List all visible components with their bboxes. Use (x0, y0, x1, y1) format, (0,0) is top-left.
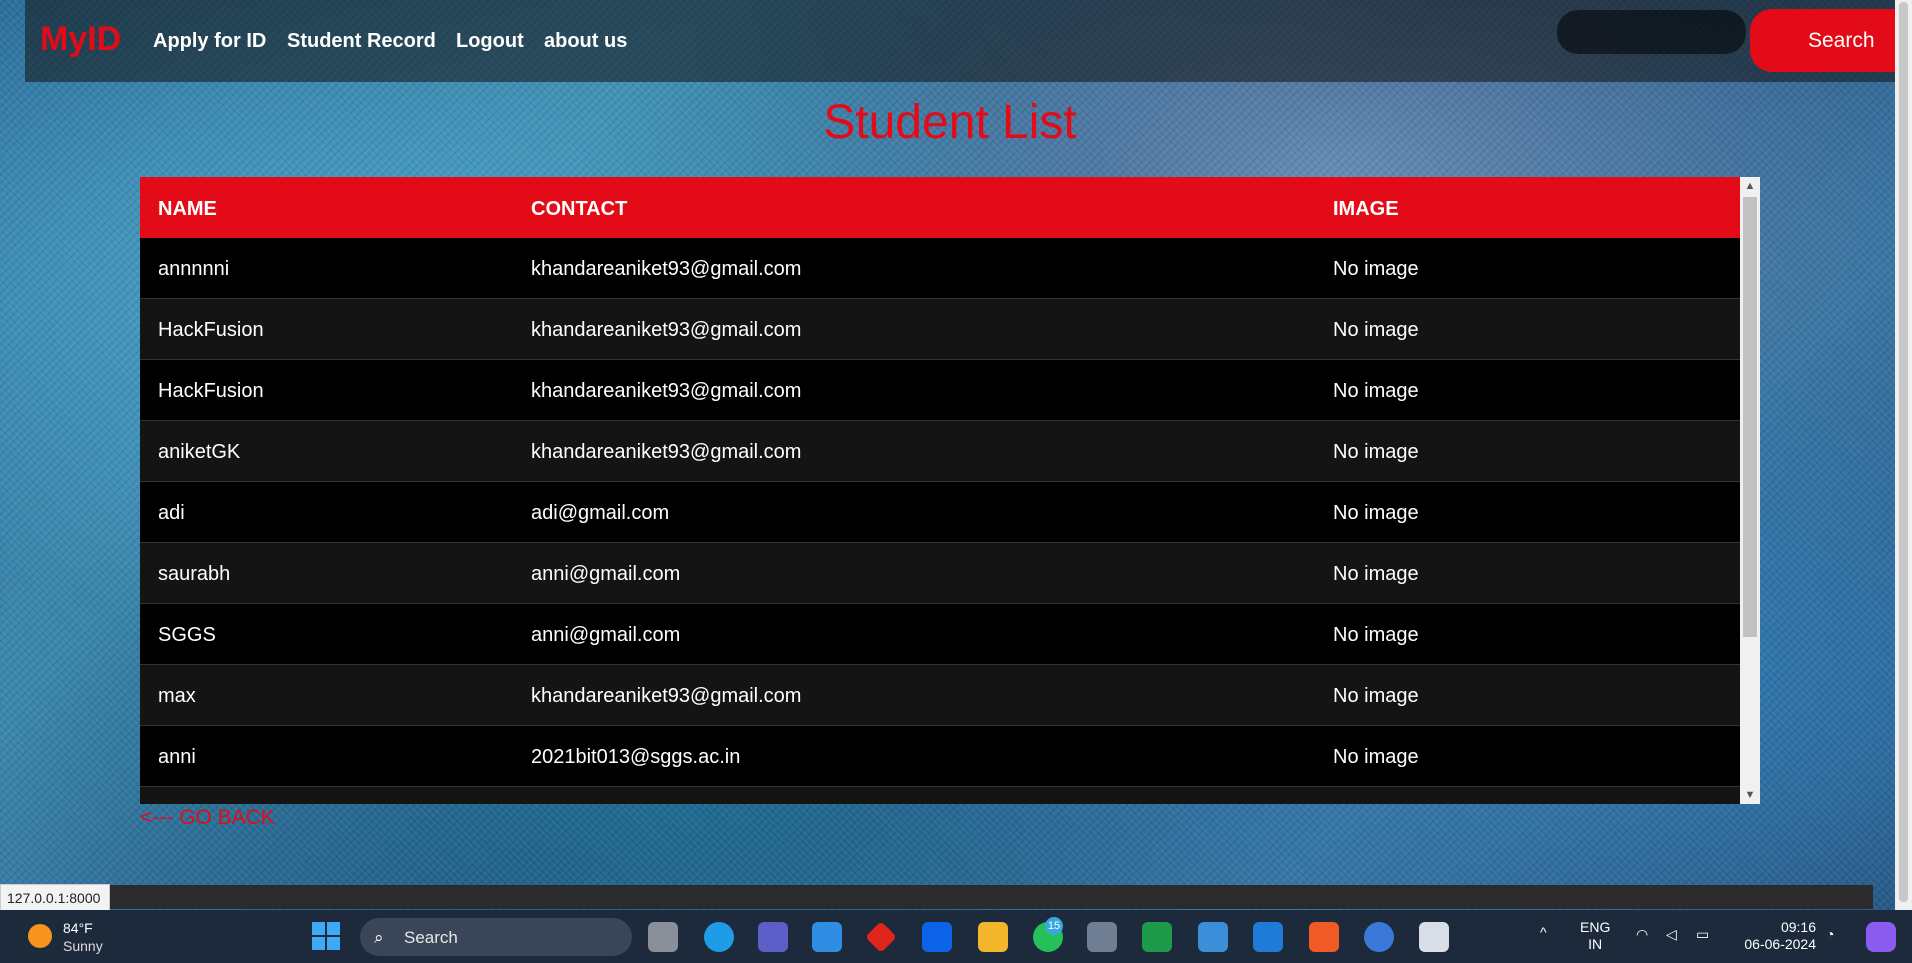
clock[interactable]: 09:16 06-06-2024 (1732, 919, 1816, 953)
cell-name: annnnni (158, 258, 230, 280)
copilot-icon[interactable] (1866, 922, 1896, 952)
cell-name: adi (158, 502, 185, 524)
cell-contact: khandareaniket93@gmail.com (531, 319, 802, 341)
classroom-icon[interactable] (1142, 922, 1172, 952)
cell-name: anni (158, 746, 196, 768)
cell-contact: adi@gmail.com (531, 502, 670, 524)
nav-apply-for-id[interactable]: Apply for ID (153, 30, 266, 53)
edge-browser-icon[interactable] (704, 922, 734, 952)
header-contact: CONTACT (531, 198, 628, 220)
go-back-link[interactable]: <--- GO BACK (140, 806, 275, 830)
nav-student-record[interactable]: Student Record (287, 30, 436, 53)
cell-image: No image (1333, 502, 1419, 524)
search-icon: ⌕ (374, 928, 384, 947)
brave-browser-icon[interactable] (1309, 922, 1339, 952)
weather-sun-icon[interactable] (28, 924, 52, 948)
table-row: saurabh anni@gmail.com No image (140, 543, 1740, 604)
cell-name: HackFusion (158, 380, 264, 402)
dropbox-icon[interactable] (922, 922, 952, 952)
table-row (140, 787, 1740, 804)
cell-contact: khandareaniket93@gmail.com (531, 441, 802, 463)
language-top: ENG (1580, 919, 1611, 935)
cell-name: max (158, 685, 196, 707)
taskbar: 84°F Sunny ⌕ Search 15 ^ ENG IN ◠ ◁ ▭ 09… (0, 910, 1912, 963)
cell-contact: anni@gmail.com (531, 563, 681, 585)
cell-contact: khandareaniket93@gmail.com (531, 685, 802, 707)
taskbar-search[interactable]: ⌕ Search (360, 918, 632, 956)
table-row: aniketGK khandareaniket93@gmail.com No i… (140, 421, 1740, 482)
cell-contact: 2021bit013@sggs.ac.in (531, 746, 741, 768)
volume-icon[interactable]: ◁ (1666, 926, 1677, 943)
cell-image: No image (1333, 685, 1419, 707)
page-scrollbar[interactable] (1895, 0, 1912, 910)
table-scroll-thumb[interactable] (1743, 197, 1757, 637)
wifi-icon[interactable]: ◠ (1636, 926, 1648, 943)
status-strip (108, 885, 1873, 909)
brand-logo[interactable]: MyID (40, 20, 121, 59)
table-row: max khandareaniket93@gmail.com No image (140, 665, 1740, 726)
table-scrollbar[interactable]: ▲ ▼ (1740, 177, 1760, 804)
cell-image: No image (1333, 746, 1419, 768)
clock-date: 06-06-2024 (1744, 936, 1816, 952)
chrome-browser-icon[interactable] (1364, 922, 1394, 952)
cell-image: No image (1333, 441, 1419, 463)
table-row: anni 2021bit013@sggs.ac.in No image (140, 726, 1740, 787)
virtualbox-icon[interactable] (1087, 922, 1117, 952)
windows-start-icon[interactable] (312, 922, 340, 950)
student-table: NAME CONTACT IMAGE annnnni khandareanike… (140, 177, 1760, 804)
language-indicator[interactable]: ENG IN (1580, 919, 1610, 953)
cell-name: SGGS (158, 624, 216, 646)
clock-time: 09:16 (1780, 919, 1816, 935)
cell-image: No image (1333, 624, 1419, 646)
whatsapp-badge: 15 (1045, 917, 1063, 935)
search-input[interactable] (1557, 10, 1746, 54)
cell-name: saurabh (158, 563, 231, 585)
git-icon[interactable] (865, 921, 897, 953)
cell-name: HackFusion (158, 319, 264, 341)
language-bottom: IN (1588, 936, 1603, 952)
table-row: annnnni khandareaniket93@gmail.com No im… (140, 238, 1740, 299)
table-row: HackFusion khandareaniket93@gmail.com No… (140, 299, 1740, 360)
status-url: 127.0.0.1:8000 (0, 884, 110, 912)
photos-icon[interactable] (1198, 922, 1228, 952)
cell-name: aniketGK (158, 441, 241, 463)
tray-overflow-chevron-icon[interactable]: ^ (1540, 924, 1547, 941)
page-title: Student List (823, 96, 1077, 149)
mail-icon[interactable] (812, 922, 842, 952)
cell-contact: khandareaniket93@gmail.com (531, 380, 802, 402)
table-row: SGGS anni@gmail.com No image (140, 604, 1740, 665)
weather-temperature[interactable]: 84°F (63, 920, 93, 936)
scroll-up-arrow-icon[interactable]: ▲ (1740, 177, 1760, 195)
navbar: MyID Apply for ID Student Record Logout … (25, 0, 1912, 82)
header-name: NAME (158, 198, 217, 220)
notification-bell-icon[interactable]: ◔ (1826, 926, 1834, 943)
snipping-tool-icon[interactable] (1419, 922, 1449, 952)
table-row: HackFusion khandareaniket93@gmail.com No… (140, 360, 1740, 421)
cell-image: No image (1333, 563, 1419, 585)
cell-image: No image (1333, 319, 1419, 341)
header-image: IMAGE (1333, 198, 1399, 220)
cell-contact: anni@gmail.com (531, 624, 681, 646)
cell-image: No image (1333, 380, 1419, 402)
cell-contact: khandareaniket93@gmail.com (531, 258, 802, 280)
file-explorer-icon[interactable] (978, 922, 1008, 952)
search-button[interactable]: Search (1750, 9, 1912, 72)
cell-image: No image (1333, 258, 1419, 280)
nav-about-us[interactable]: about us (544, 30, 627, 53)
table-header: NAME CONTACT IMAGE (140, 177, 1740, 238)
teams-icon[interactable] (758, 922, 788, 952)
weather-description[interactable]: Sunny (63, 938, 103, 954)
scroll-down-arrow-icon[interactable]: ▼ (1740, 786, 1760, 804)
battery-icon[interactable]: ▭ (1696, 926, 1709, 943)
table-row: adi adi@gmail.com No image (140, 482, 1740, 543)
task-view-icon[interactable] (648, 922, 678, 952)
taskbar-search-label: Search (404, 928, 458, 947)
vscode-icon[interactable] (1253, 922, 1283, 952)
nav-logout[interactable]: Logout (456, 30, 524, 53)
page-scroll-thumb[interactable] (1899, 2, 1908, 902)
